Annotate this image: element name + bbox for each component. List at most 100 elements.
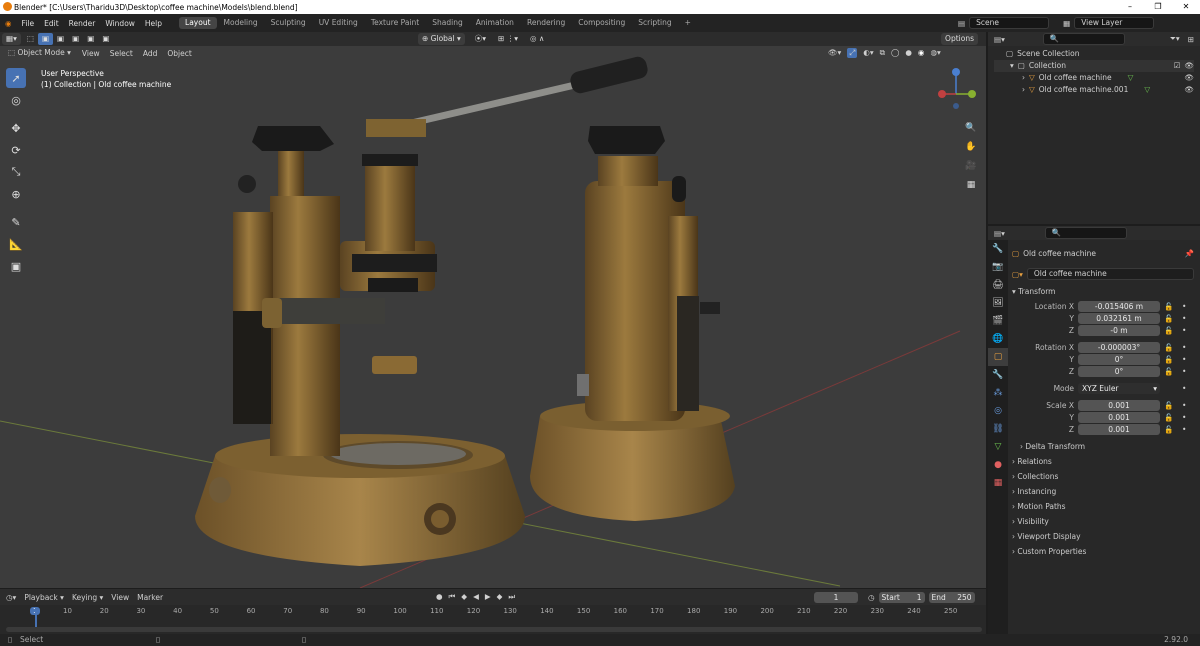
panel-instancing[interactable]: › Instancing xyxy=(1012,484,1194,499)
navigation-gizmo[interactable] xyxy=(934,66,978,110)
tab-texture-paint[interactable]: Texture Paint xyxy=(365,17,425,29)
object-datablock-icon[interactable]: ▢▾ xyxy=(1012,270,1023,279)
properties-search-input[interactable]: 🔍 xyxy=(1044,227,1127,239)
outliner-object-row[interactable]: › ▽ Old coffee machine.001 ▽ 👁 xyxy=(994,84,1194,96)
start-frame-field[interactable]: Start 1 xyxy=(878,591,925,603)
3d-viewport[interactable]: ➚ ◎ ✥ ⟳ ⤡ ⊕ ✎ 📐 ▣ User Perspective (1) C… xyxy=(0,46,986,588)
outliner-scene-collection[interactable]: ▢ Scene Collection xyxy=(994,48,1194,60)
panel-custom-properties[interactable]: › Custom Properties xyxy=(1012,544,1194,559)
rotation-mode-dropdown[interactable]: XYZ Euler ▾ xyxy=(1078,383,1160,394)
tab-shading[interactable]: Shading xyxy=(426,17,468,29)
select-box-icon[interactable]: ⬚ xyxy=(23,33,38,45)
lock-icon[interactable]: 🔓 xyxy=(1164,302,1178,311)
expand-icon[interactable]: › xyxy=(1022,72,1025,84)
frame-ruler[interactable]: 1102030405060708090100110120130140150160… xyxy=(0,607,986,621)
ortho-grid-icon[interactable]: ▦ xyxy=(963,177,979,193)
record-icon[interactable]: ● xyxy=(436,592,443,602)
data-tab-icon[interactable]: ▽ xyxy=(988,438,1008,456)
annotate-tool-icon[interactable]: ✎ xyxy=(6,212,26,232)
outliner-collection[interactable]: ▾ ▢ Collection ☑ 👁 xyxy=(994,60,1194,72)
scene-tab-icon[interactable]: 🎬 xyxy=(988,312,1008,330)
keyframe-dot-icon[interactable]: • xyxy=(1182,326,1192,335)
shading-rendered-icon[interactable]: ◍▾ xyxy=(930,48,940,58)
next-keyframe-icon[interactable]: ◆ xyxy=(497,592,503,602)
keyframe-dot-icon[interactable]: • xyxy=(1182,302,1192,311)
timeline-editor-icon[interactable]: ◷▾ xyxy=(6,593,16,602)
preview-range-icon[interactable]: ◷ xyxy=(868,593,875,602)
outliner-object-row[interactable]: › ▽ Old coffee machine ▽ 👁 xyxy=(994,72,1194,84)
location-z-field[interactable]: -0 m xyxy=(1078,325,1160,336)
view-layer-tab-icon[interactable]: 🖼 xyxy=(988,294,1008,312)
select-tool-icon[interactable]: ➚ xyxy=(6,68,26,88)
menu-timeline-view[interactable]: View xyxy=(111,593,129,602)
outliner-search-input[interactable]: 🔍 xyxy=(1042,33,1125,45)
lock-icon[interactable]: 🔓 xyxy=(1164,314,1178,323)
world-tab-icon[interactable]: 🌐 xyxy=(988,330,1008,348)
location-y-field[interactable]: 0.032161 m xyxy=(1078,313,1160,324)
expand-icon[interactable]: › xyxy=(1022,84,1025,96)
modifiers-tab-icon[interactable]: 🔧 xyxy=(988,366,1008,384)
menu-add[interactable]: Add xyxy=(138,49,163,58)
menu-view[interactable]: View xyxy=(77,49,105,58)
keyframe-dot-icon[interactable]: • xyxy=(1182,355,1192,364)
tab-rendering[interactable]: Rendering xyxy=(521,17,571,29)
panel-relations[interactable]: › Relations xyxy=(1012,454,1194,469)
options-button[interactable]: Options xyxy=(941,33,978,45)
lock-icon[interactable]: 🔓 xyxy=(1164,367,1178,376)
select-mode-new-icon[interactable]: ▣ xyxy=(37,33,54,45)
scale-z-field[interactable]: 0.001 xyxy=(1078,424,1160,435)
menu-window[interactable]: Window xyxy=(100,19,140,28)
keyframe-dot-icon[interactable]: • xyxy=(1182,401,1192,410)
menu-help[interactable]: Help xyxy=(140,19,167,28)
output-tab-icon[interactable]: 🖨 xyxy=(988,276,1008,294)
collection-checkbox[interactable]: ☑ xyxy=(1174,60,1181,72)
properties-editor-icon[interactable]: ▤▾ xyxy=(994,229,1005,238)
xray-icon[interactable]: ⧉ xyxy=(880,48,885,58)
lock-icon[interactable]: 🔓 xyxy=(1164,413,1178,422)
delta-transform-header[interactable]: › Delta Transform xyxy=(1012,439,1194,454)
pin-icon[interactable]: 📌 xyxy=(1185,249,1194,258)
panel-collections[interactable]: › Collections xyxy=(1012,469,1194,484)
mesh-data-icon[interactable]: ▽ xyxy=(1128,72,1134,84)
add-cube-tool-icon[interactable]: ▣ xyxy=(6,256,26,276)
measure-tool-icon[interactable]: 📐 xyxy=(6,234,26,254)
location-x-field[interactable]: -0.015406 m xyxy=(1078,301,1160,312)
object-name-field[interactable]: Old coffee machine xyxy=(1026,268,1194,280)
jump-start-icon[interactable]: ⏮ xyxy=(449,592,456,602)
scale-y-field[interactable]: 0.001 xyxy=(1078,412,1160,423)
keyframe-dot-icon[interactable]: • xyxy=(1182,367,1192,376)
visibility-icon[interactable]: 👁▾ xyxy=(828,48,841,58)
transform-orientation-dropdown[interactable]: ⊕ Global ▾ xyxy=(418,33,465,45)
gizmo-toggle-icon[interactable]: ⤢ xyxy=(847,48,858,58)
add-workspace-icon[interactable]: + xyxy=(679,17,697,29)
keyframe-dot-icon[interactable]: • xyxy=(1182,314,1192,323)
lock-icon[interactable]: 🔓 xyxy=(1164,343,1178,352)
tab-compositing[interactable]: Compositing xyxy=(572,17,631,29)
keyframe-dot-icon[interactable]: • xyxy=(1182,413,1192,422)
scale-tool-icon[interactable]: ⤡ xyxy=(6,162,26,182)
play-icon[interactable]: ▶ xyxy=(485,592,491,602)
outliner-editor-icon[interactable]: ▤▾ xyxy=(994,35,1005,44)
expand-icon[interactable]: ▾ xyxy=(1010,60,1014,72)
tab-scripting[interactable]: Scripting xyxy=(632,17,677,29)
render-tab-icon[interactable]: 📷 xyxy=(988,258,1008,276)
physics-tab-icon[interactable]: ◎ xyxy=(988,402,1008,420)
rotation-y-field[interactable]: 0° xyxy=(1078,354,1160,365)
scene-selector[interactable]: Scene xyxy=(969,17,1050,29)
select-mode-invert-icon[interactable]: ▣ xyxy=(83,33,98,45)
transform-tool-icon[interactable]: ⊕ xyxy=(6,184,26,204)
tab-sculpting[interactable]: Sculpting xyxy=(265,17,312,29)
rotation-x-field[interactable]: -0.000003° xyxy=(1078,342,1160,353)
material-tab-icon[interactable]: ● xyxy=(988,456,1008,474)
texture-tab-icon[interactable]: ▦ xyxy=(988,474,1008,492)
panel-motion-paths[interactable]: › Motion Paths xyxy=(1012,499,1194,514)
select-mode-subtract-icon[interactable]: ▣ xyxy=(68,33,83,45)
menu-file[interactable]: File xyxy=(17,19,40,28)
shading-wireframe-icon[interactable]: ◯ xyxy=(891,48,899,58)
rotation-z-field[interactable]: 0° xyxy=(1078,366,1160,377)
panel-visibility[interactable]: › Visibility xyxy=(1012,514,1194,529)
pan-hand-icon[interactable]: ✋ xyxy=(963,139,979,155)
play-reverse-icon[interactable]: ◀ xyxy=(473,592,479,602)
minimize-button[interactable]: – xyxy=(1116,0,1144,14)
tab-layout[interactable]: Layout xyxy=(179,17,217,29)
